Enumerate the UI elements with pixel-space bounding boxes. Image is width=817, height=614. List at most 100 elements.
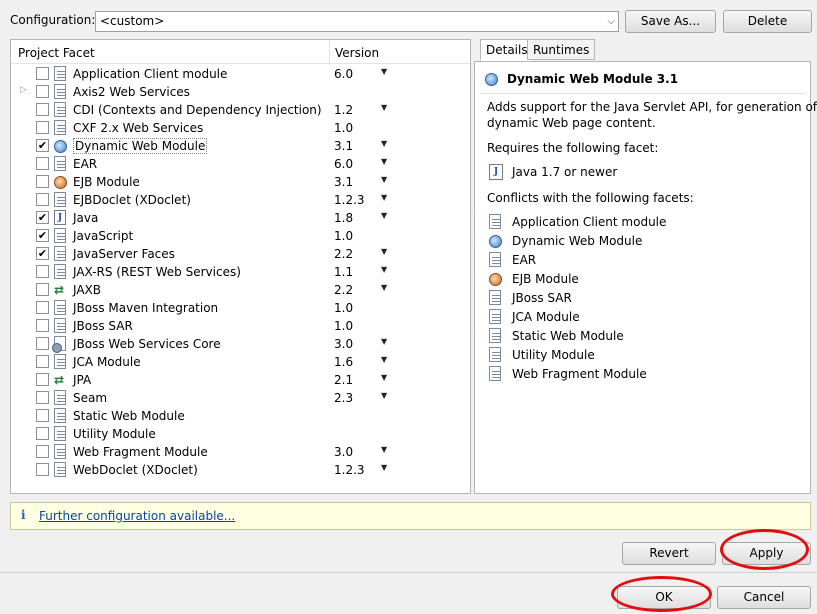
version-dropdown-icon[interactable]: ▼ [381, 157, 387, 166]
version-dropdown-icon[interactable]: ▼ [381, 463, 387, 472]
table-row[interactable]: EJB Module 3.1 ▼ [11, 173, 470, 191]
table-row[interactable]: Utility Module [11, 425, 470, 443]
facet-checkbox[interactable]: ✔ [36, 211, 49, 224]
facet-checkbox[interactable] [36, 373, 49, 386]
chevron-down-icon[interactable]: ⌵ [607, 12, 615, 31]
table-row[interactable]: CDI (Contexts and Dependency Injection) 1… [11, 101, 470, 119]
version-dropdown-icon[interactable]: ▼ [381, 67, 387, 76]
facet-version[interactable]: 1.0 [334, 229, 353, 243]
facet-checkbox[interactable] [36, 301, 49, 314]
facet-version[interactable]: 1.0 [334, 319, 353, 333]
conflict-item: JCA Module [512, 310, 580, 324]
tab-details[interactable]: Details [480, 39, 534, 61]
table-row[interactable]: ✔ Dynamic Web Module 3.1 ▼ [11, 137, 470, 155]
info-icon: i [21, 508, 26, 522]
facet-version[interactable]: 2.3 [334, 391, 353, 405]
facet-checkbox[interactable] [36, 319, 49, 332]
version-dropdown-icon[interactable]: ▼ [381, 139, 387, 148]
facet-checkbox[interactable]: ✔ [36, 247, 49, 260]
facet-checkbox[interactable] [36, 193, 49, 206]
table-row[interactable]: ⇄ JPA 2.1 ▼ [11, 371, 470, 389]
facet-version[interactable]: 3.0 [334, 445, 353, 459]
version-dropdown-icon[interactable]: ▼ [381, 391, 387, 400]
expand-arrow-icon[interactable]: ▷ [20, 85, 27, 95]
table-row[interactable]: EAR 6.0 ▼ [11, 155, 470, 173]
globe-icon [489, 235, 502, 248]
table-row[interactable]: Application Client module 6.0 ▼ [11, 65, 470, 83]
facet-version[interactable]: 1.8 [334, 211, 353, 225]
facet-version[interactable]: 1.2.3 [334, 193, 365, 207]
facet-checkbox[interactable] [36, 391, 49, 404]
facet-checkbox[interactable] [36, 265, 49, 278]
facet-checkbox[interactable]: ✔ [36, 139, 49, 152]
table-row[interactable]: ⇄ JAXB 2.2 ▼ [11, 281, 470, 299]
table-row[interactable]: WebDoclet (XDoclet) 1.2.3 ▼ [11, 461, 470, 479]
facet-version[interactable]: 1.0 [334, 121, 353, 135]
facet-checkbox[interactable] [36, 175, 49, 188]
table-row[interactable]: Web Fragment Module 3.0 ▼ [11, 443, 470, 461]
facet-checkbox[interactable] [36, 463, 49, 476]
facet-version[interactable]: 6.0 [334, 67, 353, 81]
table-row[interactable]: JBoss SAR 1.0 [11, 317, 470, 335]
facet-checkbox[interactable] [36, 337, 49, 350]
version-dropdown-icon[interactable]: ▼ [381, 247, 387, 256]
facet-checkbox[interactable] [36, 121, 49, 134]
facet-checkbox[interactable] [36, 283, 49, 296]
facet-version[interactable]: 2.1 [334, 373, 353, 387]
table-row[interactable]: ✔ JavaScript 1.0 [11, 227, 470, 245]
table-row[interactable]: ✔ JavaServer Faces 2.2 ▼ [11, 245, 470, 263]
facet-checkbox[interactable] [36, 157, 49, 170]
table-row[interactable]: EJBDoclet (XDoclet) 1.2.3 ▼ [11, 191, 470, 209]
facet-version[interactable]: 2.2 [334, 247, 353, 261]
facet-version[interactable]: 2.2 [334, 283, 353, 297]
facet-version[interactable]: 3.1 [334, 175, 353, 189]
facet-checkbox[interactable] [36, 355, 49, 368]
facet-version[interactable]: 3.0 [334, 337, 353, 351]
facet-checkbox[interactable] [36, 103, 49, 116]
facet-version[interactable]: 1.2 [334, 103, 353, 117]
version-dropdown-icon[interactable]: ▼ [381, 355, 387, 364]
version-dropdown-icon[interactable]: ▼ [381, 103, 387, 112]
facet-checkbox[interactable] [36, 427, 49, 440]
version-dropdown-icon[interactable]: ▼ [381, 265, 387, 274]
table-row[interactable]: JBoss Maven Integration 1.0 [11, 299, 470, 317]
delete-button[interactable]: Delete [723, 10, 812, 33]
save-as-button[interactable]: Save As... [625, 10, 716, 33]
tab-runtimes[interactable]: Runtimes [527, 39, 596, 60]
version-dropdown-icon[interactable]: ▼ [381, 337, 387, 346]
version-dropdown-icon[interactable]: ▼ [381, 211, 387, 220]
further-configuration-link[interactable]: Further configuration available... [39, 509, 235, 523]
table-row[interactable]: ✔ J Java 1.8 ▼ [11, 209, 470, 227]
facet-version[interactable]: 1.0 [334, 301, 353, 315]
facet-checkbox[interactable] [36, 409, 49, 422]
cancel-button[interactable]: Cancel [717, 586, 811, 609]
table-row[interactable]: Static Web Module [11, 407, 470, 425]
version-dropdown-icon[interactable]: ▼ [381, 445, 387, 454]
facet-checkbox[interactable] [36, 445, 49, 458]
column-header-version[interactable]: Version [335, 46, 379, 60]
facet-version[interactable]: 3.1 [334, 139, 353, 153]
version-dropdown-icon[interactable]: ▼ [381, 193, 387, 202]
table-row[interactable]: CXF 2.x Web Services 1.0 [11, 119, 470, 137]
configuration-combo[interactable]: <custom> ⌵ [95, 11, 619, 32]
table-row[interactable]: JCA Module 1.6 ▼ [11, 353, 470, 371]
facet-checkbox[interactable]: ✔ [36, 229, 49, 242]
apply-highlight-circle [720, 529, 809, 570]
facet-name: Static Web Module [73, 409, 185, 423]
facet-version[interactable]: 1.1 [334, 265, 353, 279]
table-row[interactable]: JBoss Web Services Core 3.0 ▼ [11, 335, 470, 353]
revert-button[interactable]: Revert [622, 542, 716, 565]
table-row[interactable]: ▷ Axis2 Web Services [11, 83, 470, 101]
facet-checkbox[interactable] [36, 85, 49, 98]
version-dropdown-icon[interactable]: ▼ [381, 373, 387, 382]
facet-version[interactable]: 1.2.3 [334, 463, 365, 477]
facet-checkbox[interactable] [36, 67, 49, 80]
version-dropdown-icon[interactable]: ▼ [381, 175, 387, 184]
column-header-facet[interactable]: Project Facet [18, 46, 95, 60]
facet-version[interactable]: 6.0 [334, 157, 353, 171]
facet-name: Dynamic Web Module [73, 138, 208, 154]
table-row[interactable]: JAX-RS (REST Web Services) 1.1 ▼ [11, 263, 470, 281]
facet-version[interactable]: 1.6 [334, 355, 353, 369]
version-dropdown-icon[interactable]: ▼ [381, 283, 387, 292]
table-row[interactable]: Seam 2.3 ▼ [11, 389, 470, 407]
